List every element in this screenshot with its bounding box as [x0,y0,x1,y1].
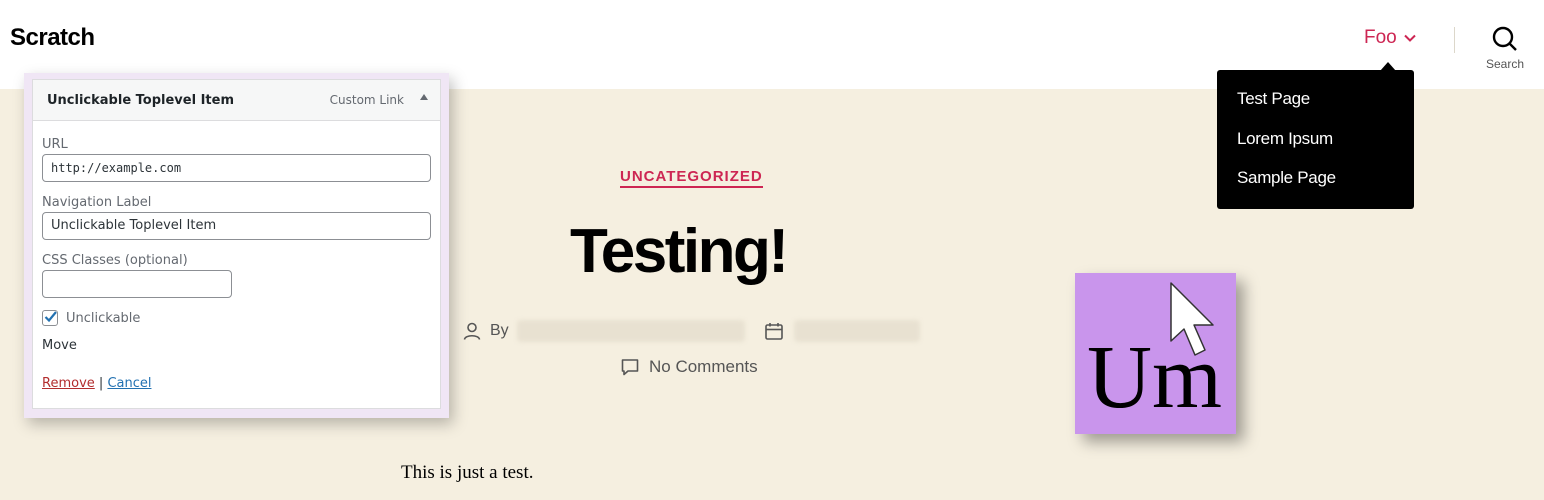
url-input[interactable]: http://example.com [42,154,431,182]
post-author-meta: By [462,320,745,342]
menu-item-actions: Remove | Cancel [42,376,151,391]
unclickable-label: Unclickable [66,310,141,326]
author-name-redacted [516,320,745,342]
comment-icon [621,359,639,376]
author-by-label: By [490,322,509,339]
submenu: Test Page Lorem Ipsum Sample Page [1217,70,1414,209]
checkmark-icon [44,311,57,323]
unclickable-option: Unclickable [42,310,140,326]
css-classes-label: CSS Classes (optional) [42,253,188,268]
submenu-item-test-page[interactable]: Test Page [1237,89,1310,109]
cancel-link[interactable]: Cancel [107,376,151,391]
navigation-label-label: Navigation Label [42,195,152,210]
submenu-item-sample-page[interactable]: Sample Page [1237,168,1336,188]
cursor-icon [1170,282,1214,356]
menu-item-title: Unclickable Toplevel Item [47,93,234,108]
menu-item-header[interactable]: Unclickable Toplevel Item Custom Link [33,80,440,121]
collapse-arrow-icon[interactable] [420,94,428,100]
move-label: Move [42,338,77,353]
search-button[interactable]: Search [1482,26,1528,71]
menu-item-settings-panel: Unclickable Toplevel Item Custom Link UR… [24,73,449,418]
comments-label: No Comments [649,357,758,376]
unclickable-checkbox[interactable] [42,310,58,326]
nav-divider [1454,27,1455,53]
nav-item-label: Foo [1364,27,1397,48]
post-title: Testing! [570,217,789,286]
submenu-item-lorem-ipsum[interactable]: Lorem Ipsum [1237,129,1333,149]
menu-item-settings-inner: Unclickable Toplevel Item Custom Link UR… [32,79,441,409]
actions-separator: | [98,376,104,391]
post-comments-link[interactable]: No Comments [620,357,758,377]
calendar-icon [765,323,783,340]
post-date-meta [764,320,920,342]
css-classes-input[interactable] [42,270,232,298]
post-body-text: This is just a test. [401,462,534,483]
plugin-logo: Um [1075,273,1236,434]
search-icon [1492,26,1517,51]
user-icon [463,322,481,340]
chevron-down-icon [1404,34,1416,42]
nav-item-foo[interactable]: Foo [1364,27,1417,49]
menu-item-type: Custom Link [329,93,404,107]
navigation-label-input[interactable]: Unclickable Toplevel Item [42,212,431,240]
post-category-link[interactable]: UNCATEGORIZED [620,168,763,188]
remove-link[interactable]: Remove [42,376,95,391]
url-label: URL [42,137,68,152]
post-date-redacted [794,320,920,342]
site-title[interactable]: Scratch [10,24,95,52]
search-label: Search [1485,57,1525,71]
